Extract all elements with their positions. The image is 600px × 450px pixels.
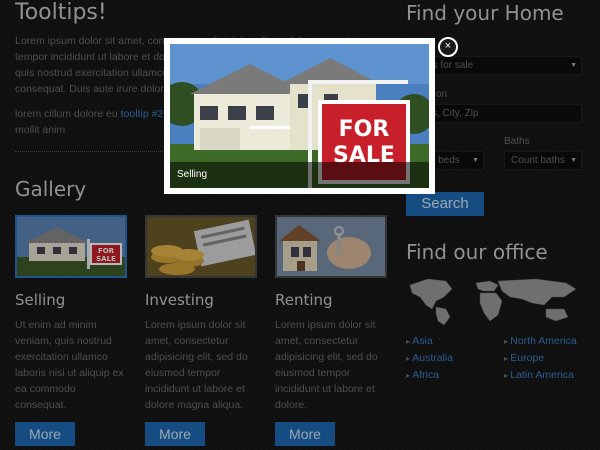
- lightbox-caption: Selling: [170, 162, 429, 188]
- close-icon[interactable]: ×: [438, 37, 458, 57]
- sign-text-for: FOR: [339, 117, 390, 142]
- lightbox-image: FOR SALE Selling: [170, 44, 429, 188]
- lightbox: FOR SALE Selling: [164, 38, 435, 194]
